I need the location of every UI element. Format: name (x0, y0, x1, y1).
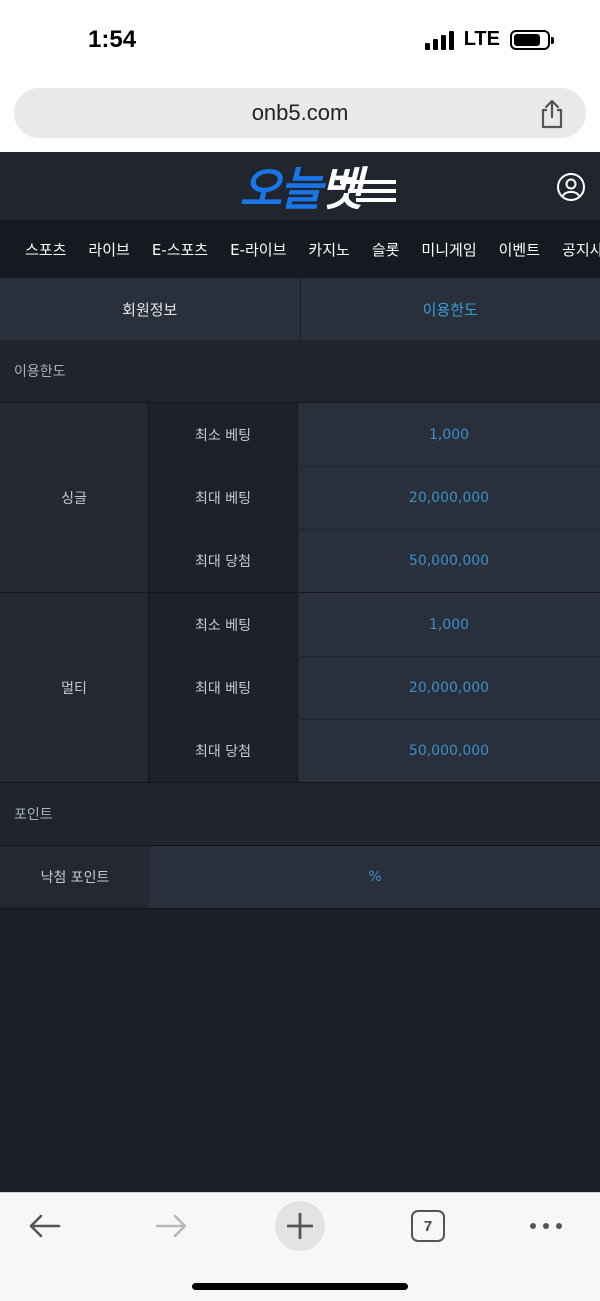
status-bar: 1:54 LTE (0, 0, 600, 80)
arrow-left-icon (29, 1214, 61, 1238)
nav-item-live[interactable]: 라이브 (77, 239, 140, 260)
table-row: 최대 당첨 50,000,000 (149, 719, 600, 782)
points-section-title: 포인트 (0, 783, 600, 846)
network-type: LTE (463, 28, 500, 50)
status-indicators: LTE (424, 28, 554, 51)
limits-group-multi: 멀티 최소 베팅 1,000 최대 베팅 20,000,000 최대 당첨 50… (0, 593, 600, 783)
browser-toolbar: 7 (0, 1192, 600, 1301)
table-row: 최소 베팅 1,000 (149, 593, 600, 656)
site-header: 오늘벳 (0, 152, 600, 220)
user-account-icon[interactable] (556, 172, 586, 202)
status-time: 1:54 (88, 26, 137, 53)
row-label: 낙첨 포인트 (0, 846, 150, 908)
nav-item-slot[interactable]: 슬롯 (361, 239, 411, 260)
nav-item-esports[interactable]: E-스포츠 (141, 239, 219, 260)
table-row: 낙첨 포인트 % (0, 846, 600, 909)
more-menu-button[interactable] (526, 1201, 566, 1251)
address-bar[interactable]: onb5.com (14, 88, 586, 138)
group-rows: 최소 베팅 1,000 최대 베팅 20,000,000 최대 당첨 50,00… (149, 593, 600, 782)
url-text[interactable]: onb5.com (252, 100, 349, 126)
row-value: % (150, 846, 600, 908)
row-value: 1,000 (298, 403, 600, 466)
tab-switcher-button[interactable]: 7 (411, 1210, 445, 1242)
table-row: 최대 베팅 20,000,000 (149, 466, 600, 529)
nav-item-sports[interactable]: 스포츠 (14, 239, 77, 260)
new-tab-button[interactable] (275, 1201, 325, 1251)
table-row: 최대 베팅 20,000,000 (149, 656, 600, 719)
nav-item-event[interactable]: 이벤트 (488, 239, 551, 260)
row-label: 최대 베팅 (149, 657, 298, 719)
arrow-right-icon (155, 1214, 187, 1238)
browser-url-area: onb5.com (0, 80, 600, 152)
limits-group-single: 싱글 최소 베팅 1,000 최대 베팅 20,000,000 최대 당첨 50… (0, 403, 600, 593)
tab-usage-limits[interactable]: 이용한도 (299, 278, 600, 340)
back-button[interactable] (22, 1201, 66, 1251)
row-label: 최대 당첨 (149, 530, 298, 592)
logo-speed-lines-icon (340, 180, 396, 202)
row-label: 최대 당첨 (149, 720, 298, 782)
row-value: 1,000 (298, 593, 600, 656)
tab-member-info[interactable]: 회원정보 (0, 278, 300, 340)
table-row: 최소 베팅 1,000 (149, 403, 600, 466)
group-label: 멀티 (0, 593, 149, 782)
row-value: 20,000,000 (298, 657, 600, 719)
row-value: 20,000,000 (298, 467, 600, 529)
nav-item-minigame[interactable]: 미니게임 (410, 239, 487, 260)
nav-item-notice[interactable]: 공지사항 (551, 239, 600, 260)
row-value: 50,000,000 (298, 720, 600, 782)
nav-item-elive[interactable]: E-라이브 (219, 239, 297, 260)
share-icon[interactable] (538, 99, 566, 129)
group-label: 싱글 (0, 403, 149, 592)
site-content: 오늘벳 스포츠 라이브 E-스포츠 E-라이브 카지노 슬롯 미니게임 이벤트 … (0, 152, 600, 1192)
row-label: 최소 베팅 (149, 403, 298, 466)
battery-icon (510, 29, 554, 50)
main-nav: 스포츠 라이브 E-스포츠 E-라이브 카지노 슬롯 미니게임 이벤트 공지사항 (0, 220, 600, 278)
row-label: 최대 베팅 (149, 467, 298, 529)
forward-button[interactable] (150, 1201, 194, 1251)
nav-item-casino[interactable]: 카지노 (297, 239, 360, 260)
table-row: 최대 당첨 50,000,000 (149, 529, 600, 592)
row-value: 50,000,000 (298, 530, 600, 592)
row-label: 최소 베팅 (149, 593, 298, 656)
group-rows: 최소 베팅 1,000 최대 베팅 20,000,000 최대 당첨 50,00… (149, 403, 600, 592)
logo-main: 오늘 (239, 162, 323, 216)
plus-icon (287, 1213, 313, 1239)
limits-section-title: 이용한도 (0, 340, 600, 403)
signal-icon (424, 30, 454, 50)
more-dots-icon (530, 1223, 562, 1229)
account-tabs: 회원정보 이용한도 (0, 278, 600, 340)
home-indicator[interactable] (192, 1283, 408, 1290)
